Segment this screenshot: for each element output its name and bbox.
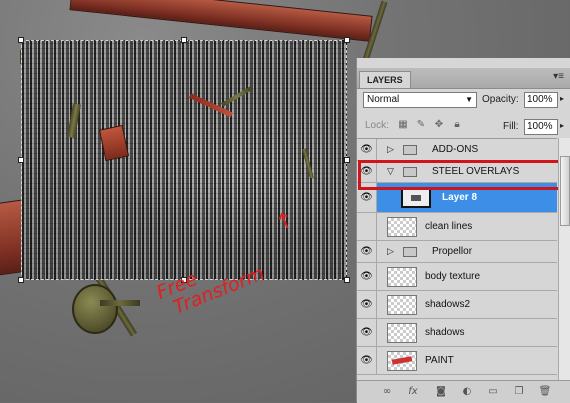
transform-handle-right[interactable] <box>344 157 350 163</box>
lock-label: Lock: <box>365 120 389 131</box>
layer-name: Layer 8 <box>442 192 478 203</box>
opacity-input[interactable]: 100% <box>524 92 558 108</box>
lock-all-icon[interactable]: 🔒︎ <box>451 119 463 131</box>
layer-name: STEEL OVERLAYS <box>432 166 520 177</box>
layer-row-layer-8[interactable]: 👁︎ Layer 8 <box>357 183 557 213</box>
layer-row-paint[interactable]: 👁︎ PAINT <box>357 347 557 375</box>
blend-mode-select[interactable]: Normal ▼ <box>363 92 477 108</box>
transform-handle-left[interactable] <box>18 157 24 163</box>
lock-transparent-pixels-icon[interactable]: ▦ <box>397 119 409 131</box>
chevron-down-icon[interactable]: ▽ <box>387 166 394 177</box>
opacity-label: Opacity: <box>482 94 519 105</box>
layer-row-body-texture[interactable]: 👁︎ body texture <box>357 263 557 291</box>
overlay-rod <box>67 103 81 139</box>
lock-image-pixels-icon[interactable]: ✎ <box>415 119 427 131</box>
panel-menu-icon[interactable]: ▾≡ <box>553 71 564 82</box>
layer-thumbnail <box>401 188 431 208</box>
folder-icon <box>403 247 417 257</box>
layer-mask-icon[interactable]: ◙ <box>433 385 449 399</box>
eye-icon[interactable]: 👁︎ <box>357 241 377 262</box>
chevron-right-icon[interactable]: ▷ <box>387 246 394 257</box>
tab-layers[interactable]: LAYERS <box>359 71 411 88</box>
fill-input[interactable]: 100% <box>524 119 558 135</box>
transform-handle-top-left[interactable] <box>18 37 24 43</box>
layers-bottom-bar: ∞ fx ◙ ◐ ▭ ❐ 🗑︎ <box>357 380 570 403</box>
folder-icon <box>403 167 417 177</box>
layer-row-clean-lines[interactable]: clean lines <box>357 213 557 241</box>
steel-overlay-layer[interactable] <box>21 40 347 280</box>
fx-icon[interactable]: fx <box>405 385 421 399</box>
link-layers-icon[interactable]: ∞ <box>379 385 395 399</box>
chevron-right-icon[interactable]: ▸ <box>560 121 564 130</box>
overlay-rod <box>302 148 314 179</box>
layers-scrollbar[interactable] <box>558 138 570 380</box>
eye-icon[interactable]: 👁︎ <box>357 319 377 346</box>
layer-row-add-ons[interactable]: 👁︎ ▷ ADD-ONS <box>357 139 557 161</box>
layer-thumbnail <box>387 217 417 237</box>
chevron-down-icon: ▼ <box>465 95 473 104</box>
blend-mode-value: Normal <box>367 94 400 105</box>
overlay-rod <box>221 86 253 107</box>
layer-list: 👁︎ ▷ ADD-ONS 👁︎ ▽ STEEL OVERLAYS 👁︎ Laye… <box>357 138 557 381</box>
layer-name: body texture <box>425 271 481 282</box>
layer-thumbnail-content <box>391 356 413 365</box>
plane-upper-wing <box>69 0 373 42</box>
adjustment-layer-icon[interactable]: ◐ <box>459 385 475 399</box>
layer-name: ADD-ONS <box>432 144 479 155</box>
chevron-right-icon[interactable]: ▸ <box>560 94 564 103</box>
layer-thumbnail <box>387 323 417 343</box>
layer-row-shadows2[interactable]: 👁︎ shadows2 <box>357 291 557 319</box>
panel-tab-bar: LAYERS ▾≡ <box>357 68 570 89</box>
layer-name: Propellor <box>432 246 473 257</box>
delete-layer-icon[interactable]: 🗑︎ <box>537 385 553 399</box>
eye-icon[interactable]: 👁︎ <box>357 183 377 212</box>
layer-name: PAINT <box>425 355 454 366</box>
eye-icon[interactable]: 👁︎ <box>357 291 377 318</box>
landing-gear-axle <box>100 300 140 306</box>
transform-handle-top[interactable] <box>181 37 187 43</box>
eye-icon[interactable]: 👁︎ <box>357 347 377 374</box>
eye-icon[interactable]: 👁︎ <box>357 161 377 182</box>
layer-name: shadows2 <box>425 299 471 310</box>
transform-handle-bottom-right[interactable] <box>344 277 350 283</box>
layer-thumbnail-content <box>411 195 421 201</box>
overlay-rod <box>188 93 233 118</box>
eye-icon[interactable]: 👁︎ <box>357 139 377 160</box>
layer-thumbnail <box>387 267 417 287</box>
lock-position-icon[interactable]: ✥ <box>433 119 445 131</box>
layer-thumbnail <box>387 351 417 371</box>
layer-row-shadows[interactable]: 👁︎ shadows <box>357 319 557 347</box>
eye-icon[interactable] <box>357 213 377 240</box>
new-group-icon[interactable]: ▭ <box>485 385 501 399</box>
eye-icon[interactable]: 👁︎ <box>357 263 377 290</box>
fill-label: Fill: <box>503 121 519 132</box>
scrollbar-thumb[interactable] <box>560 156 570 226</box>
layer-row-propellor[interactable]: 👁︎ ▷ Propellor <box>357 241 557 263</box>
landing-gear-wheel <box>72 284 118 334</box>
layer-thumbnail <box>387 295 417 315</box>
folder-icon <box>403 145 417 155</box>
new-layer-icon[interactable]: ❐ <box>511 385 527 399</box>
layer-row-steel-overlays[interactable]: 👁︎ ▽ STEEL OVERLAYS <box>357 161 557 183</box>
chevron-right-icon[interactable]: ▷ <box>387 144 394 155</box>
layer-name: shadows <box>425 327 465 338</box>
transform-handle-bottom-left[interactable] <box>18 277 24 283</box>
layer-name: clean lines <box>425 221 473 232</box>
overlay-red-block <box>98 124 130 162</box>
transform-handle-top-right[interactable] <box>344 37 350 43</box>
layers-panel: LAYERS ▾≡ Normal ▼ Opacity: 100% ▸ Lock:… <box>356 58 570 403</box>
